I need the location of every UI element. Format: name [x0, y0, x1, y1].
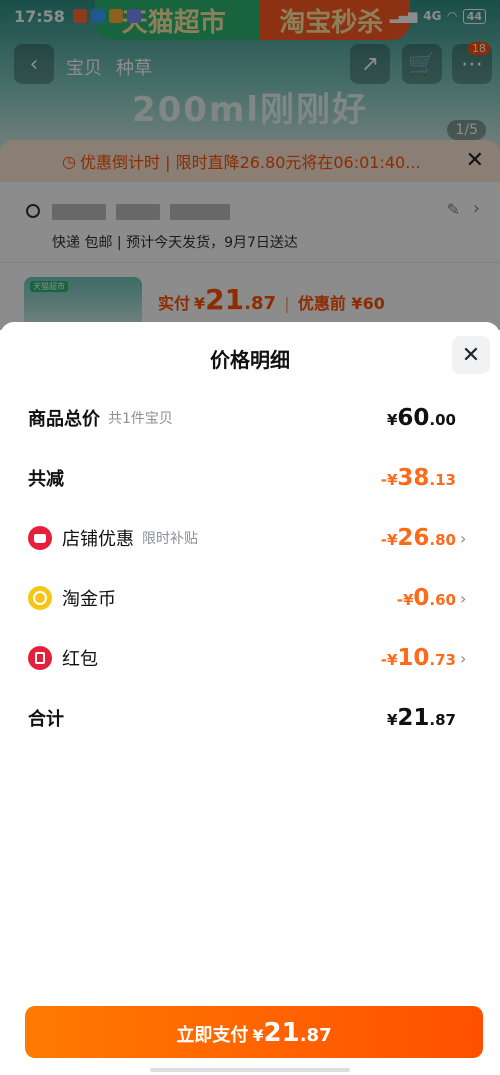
amount-dec: .80 [429, 531, 456, 549]
amount-prefix: -¥ [380, 651, 398, 669]
amount-int: 0 [413, 585, 430, 611]
row-gold-coins[interactable]: 淘金币 -¥ 0 .60 › [28, 578, 472, 618]
amount-prefix: -¥ [380, 471, 398, 489]
amount-int: 10 [397, 645, 430, 671]
modal-backdrop[interactable] [0, 0, 500, 330]
close-icon: ✕ [461, 342, 481, 368]
row-red-packet[interactable]: 红包 -¥ 10 .73 › [28, 638, 472, 678]
row-store-discount[interactable]: 店铺优惠 限时补贴 -¥ 26 .80 › [28, 518, 472, 558]
pay-currency: ¥ [252, 1026, 264, 1045]
amount-dec: .73 [429, 651, 456, 669]
chevron-right-icon: › [460, 648, 467, 668]
price-detail-sheet: 价格明细 ✕ 商品总价 共1件宝贝 ¥ 60 .00 共减 -¥ 38 .13 … [0, 322, 500, 1075]
amount-prefix: -¥ [396, 591, 414, 609]
row-label: 店铺优惠 [62, 529, 134, 550]
row-amount: ¥ 21 .87 [387, 705, 456, 731]
row-goods-total: 商品总价 共1件宝贝 ¥ 60 .00 [28, 398, 472, 438]
amount-prefix: ¥ [386, 711, 398, 729]
row-grand-total: 合计 ¥ 21 .87 [28, 698, 472, 738]
amount-prefix: -¥ [380, 531, 398, 549]
row-amount: -¥ 0 .60 [397, 585, 456, 611]
pay-label: 立即支付 [176, 1025, 249, 1046]
amount-prefix: ¥ [386, 411, 398, 429]
amount-dec: .87 [429, 711, 456, 729]
row-label: 共减 [28, 469, 64, 490]
pay-now-button[interactable]: 立即支付 ¥ 21 .87 [25, 1006, 483, 1058]
amount-dec: .00 [429, 411, 456, 429]
row-label: 合计 [28, 709, 64, 730]
amount-int: 60 [397, 405, 430, 431]
gold-coin-icon [28, 586, 52, 610]
chevron-right-icon: › [460, 528, 467, 548]
amount-dec: .60 [429, 591, 456, 609]
row-amount: ¥ 60 .00 [387, 405, 456, 431]
chevron-right-icon: › [460, 588, 467, 608]
sheet-title: 价格明细 [210, 348, 290, 372]
row-label: 淘金币 [62, 589, 116, 610]
amount-int: 38 [397, 465, 430, 491]
amount-dec: .13 [429, 471, 456, 489]
amount-int: 26 [397, 525, 430, 551]
store-coupon-icon [28, 526, 52, 550]
row-amount: -¥ 26 .80 [381, 525, 456, 551]
row-label: 商品总价 [28, 409, 100, 430]
sheet-close-button[interactable]: ✕ [452, 336, 490, 374]
row-hint: 共1件宝贝 [108, 411, 173, 427]
row-total-discount: 共减 -¥ 38 .13 [28, 458, 472, 498]
row-amount: -¥ 38 .13 [381, 465, 456, 491]
row-label: 红包 [62, 649, 98, 670]
red-packet-icon [28, 646, 52, 670]
amount-int: 21 [397, 705, 430, 731]
row-amount: -¥ 10 .73 [381, 645, 456, 671]
pay-int: 21 [263, 1018, 300, 1048]
pay-dec: .87 [299, 1025, 332, 1046]
home-indicator [150, 1068, 350, 1072]
row-hint: 限时补贴 [142, 531, 198, 547]
